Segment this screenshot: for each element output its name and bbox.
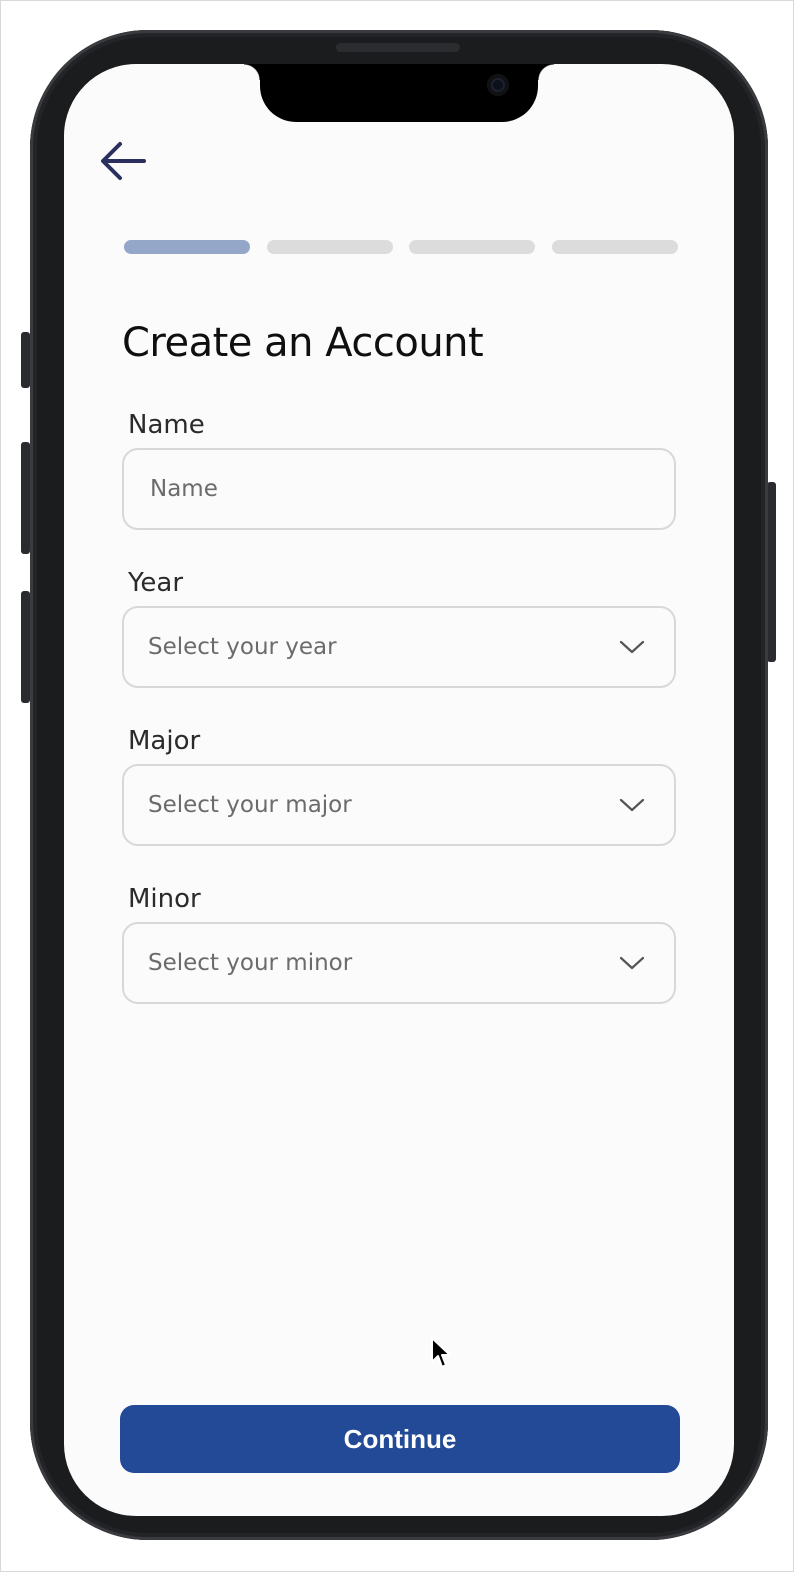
major-label: Major — [128, 726, 201, 756]
major-select[interactable]: Select your major — [122, 764, 676, 846]
speaker-grille — [336, 43, 460, 52]
notch — [244, 64, 554, 122]
front-camera — [487, 74, 509, 96]
progress-step-1 — [124, 240, 250, 254]
progress-step-2 — [266, 240, 393, 254]
year-label: Year — [128, 568, 184, 598]
step-progress-bar — [124, 240, 678, 254]
name-field[interactable] — [122, 448, 676, 530]
major-select-value: Select your major — [148, 792, 352, 818]
volume-up-button — [21, 442, 30, 554]
year-select-value: Select your year — [148, 634, 337, 660]
name-input[interactable] — [148, 475, 650, 503]
progress-step-4 — [551, 240, 678, 254]
power-button — [767, 482, 776, 662]
chevron-down-icon — [619, 956, 645, 970]
progress-step-3 — [409, 240, 536, 254]
minor-label: Minor — [128, 884, 201, 914]
name-label: Name — [128, 410, 205, 440]
page-title: Create an Account — [122, 320, 484, 366]
phone-screen: Create an Account Name Year Select your … — [64, 64, 734, 1516]
back-button[interactable] — [98, 138, 148, 184]
mouse-cursor-icon — [431, 1337, 451, 1368]
volume-down-button — [21, 591, 30, 703]
minor-select[interactable]: Select your minor — [122, 922, 676, 1004]
year-select[interactable]: Select your year — [122, 606, 676, 688]
mute-switch — [21, 332, 30, 388]
chevron-down-icon — [619, 640, 645, 654]
chevron-down-icon — [619, 798, 645, 812]
minor-select-value: Select your minor — [148, 950, 353, 976]
arrow-left-icon — [101, 142, 146, 180]
continue-button[interactable]: Continue — [120, 1405, 680, 1473]
